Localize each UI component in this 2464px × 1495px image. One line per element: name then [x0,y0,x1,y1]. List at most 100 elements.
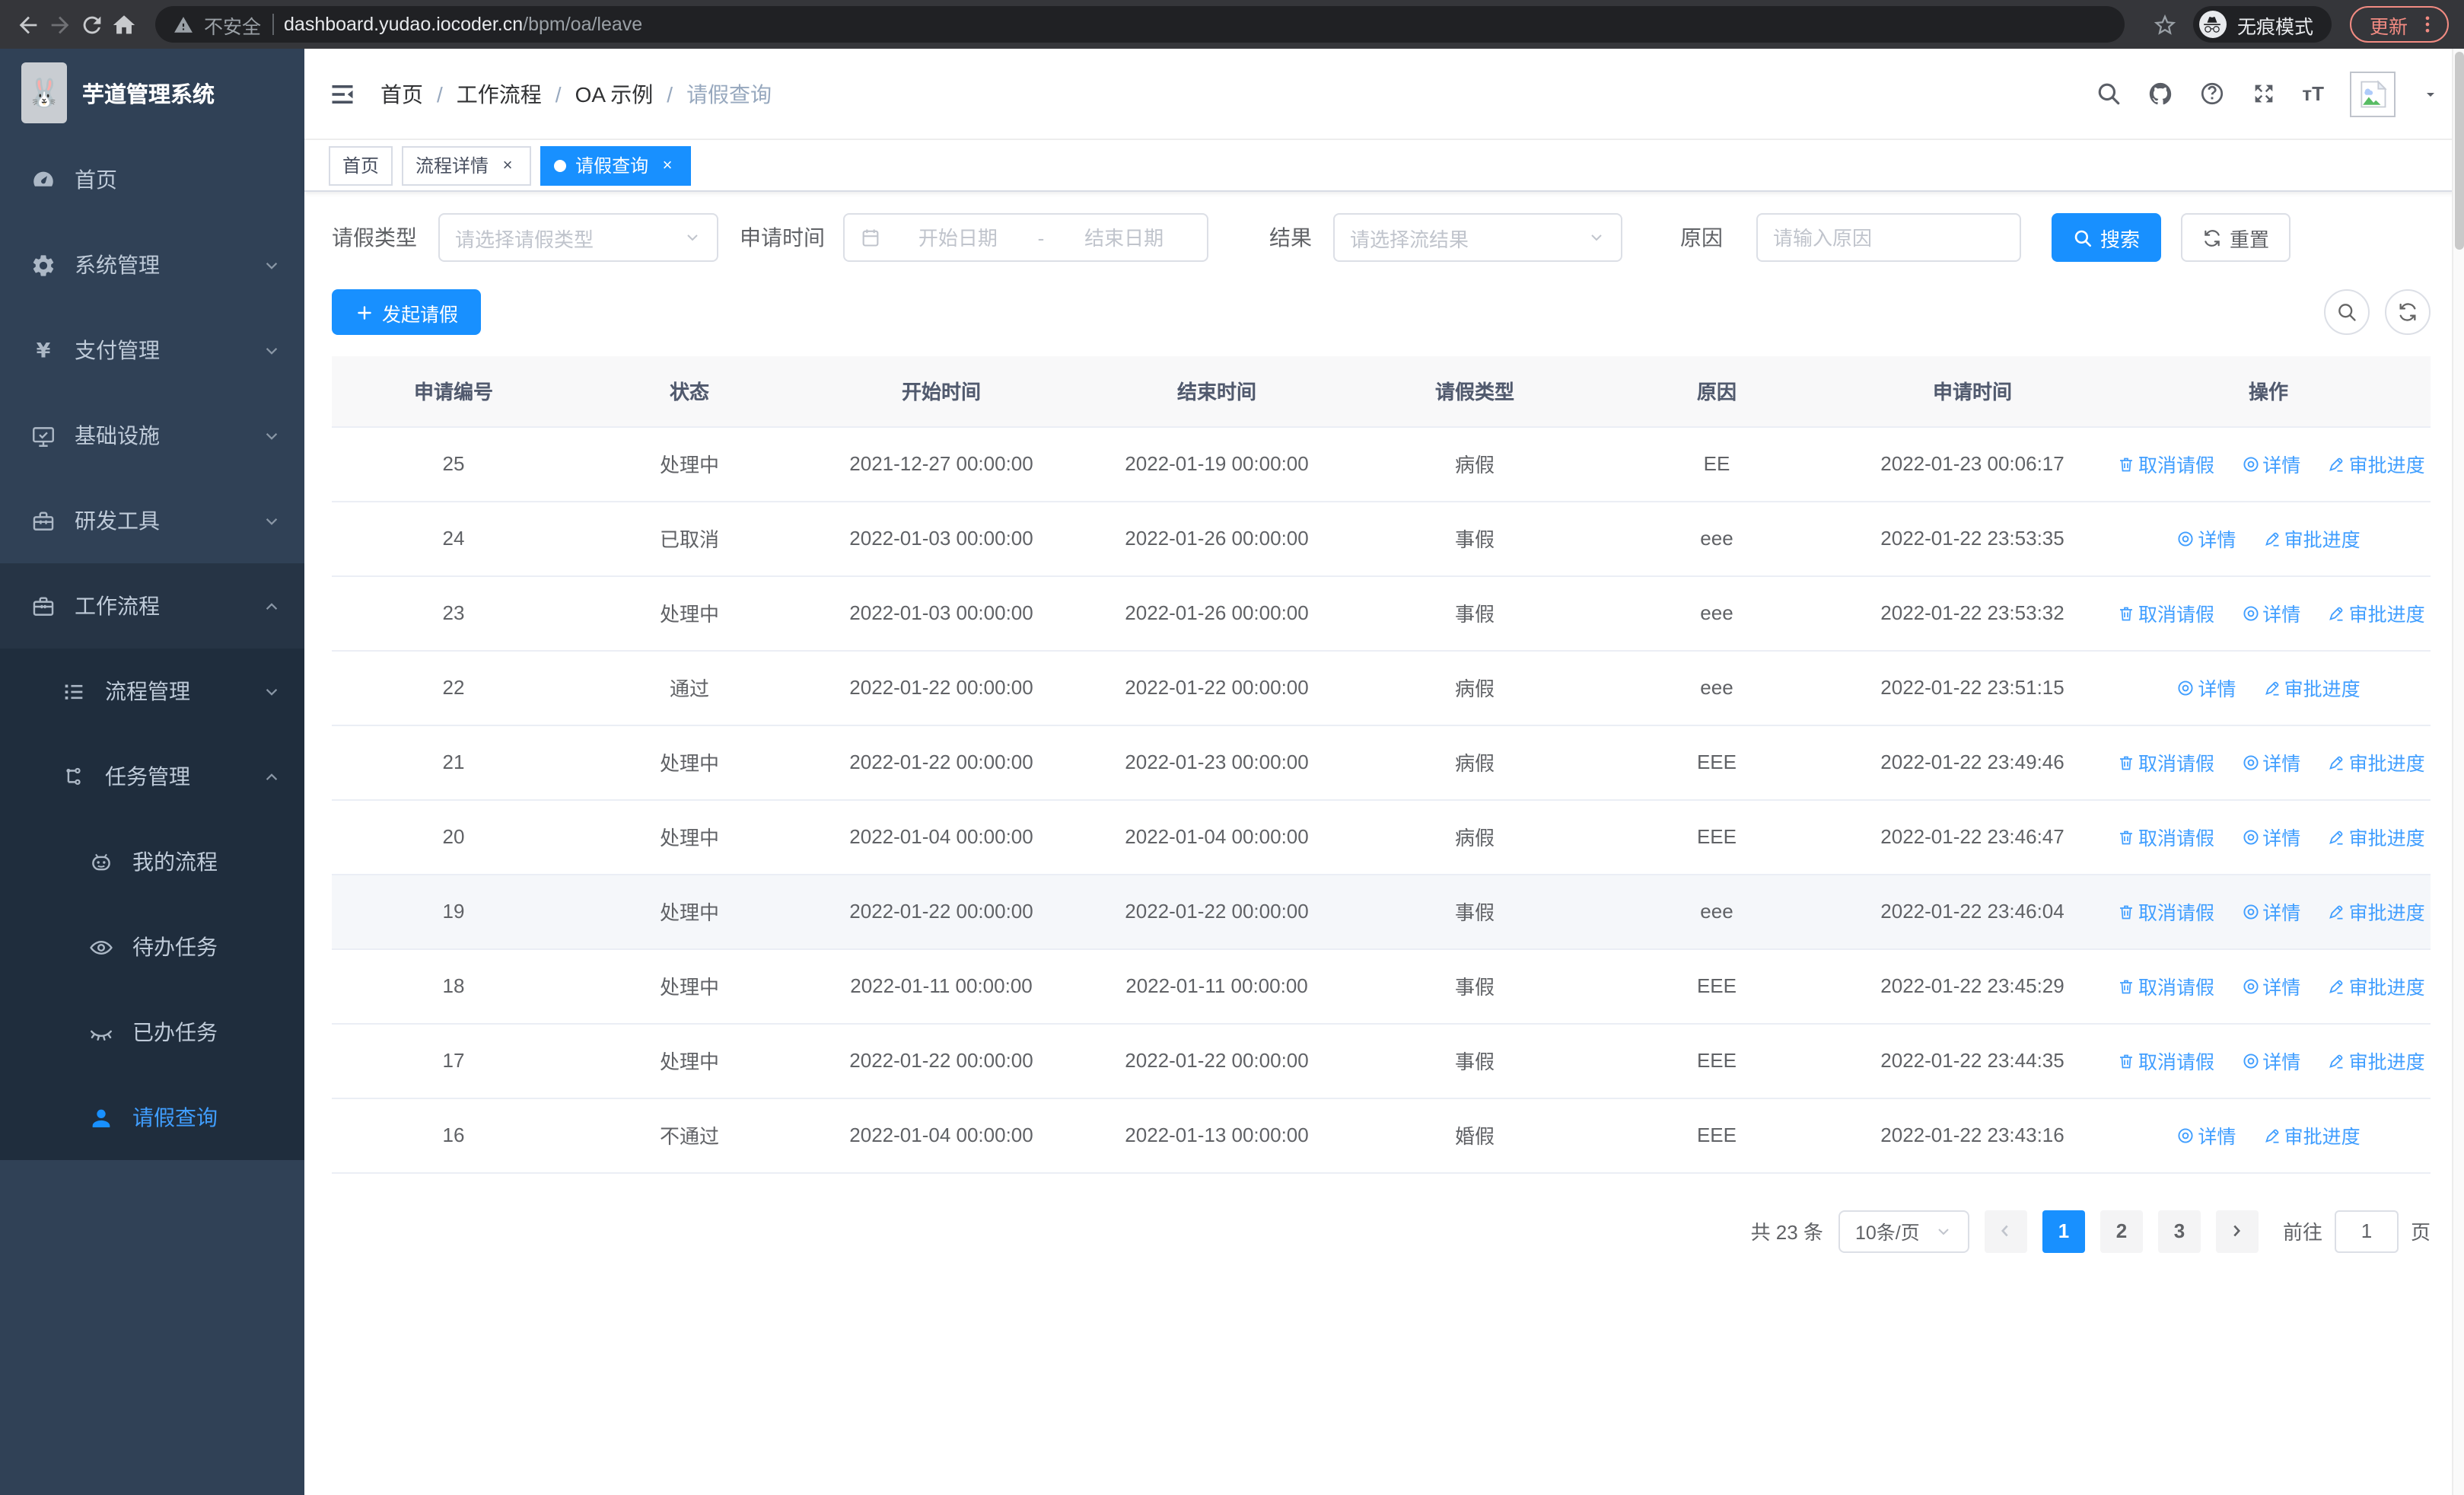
sidebar-item-待办任务[interactable]: 待办任务 [0,904,304,990]
detail-link[interactable]: 详情 [2176,524,2236,553]
close-icon[interactable]: × [657,155,677,175]
table-row[interactable]: 24 已取消 2022-01-03 00:00:00 2022-01-26 00… [332,501,2431,576]
sidebar-item-请假查询[interactable]: 请假查询 [0,1075,304,1160]
approval-progress-link[interactable]: 审批进度 [2328,971,2425,1000]
cancel-leave-link[interactable]: 取消请假 [2117,822,2214,851]
sidebar-item-研发工具[interactable]: 研发工具 [0,478,304,563]
tab-首页[interactable]: 首页 [329,145,393,185]
next-page-button[interactable] [2215,1210,2259,1252]
table-row[interactable]: 23 处理中 2022-01-03 00:00:00 2022-01-26 00… [332,575,2431,651]
fullscreen-icon[interactable] [2250,81,2276,107]
approval-progress-link[interactable]: 审批进度 [2328,822,2425,851]
sidebar-item-任务管理[interactable]: 任务管理 [0,734,304,819]
table-row[interactable]: 16 不通过 2022-01-04 00:00:00 2022-01-13 00… [332,1098,2431,1173]
sidebar-item-我的流程[interactable]: 我的流程 [0,819,304,904]
help-icon[interactable] [2198,81,2224,107]
search-icon[interactable] [2095,81,2121,107]
cancel-leave-link[interactable]: 取消请假 [2117,1046,2214,1075]
detail-link[interactable]: 详情 [2241,822,2300,851]
chevron-down-icon[interactable] [2421,84,2440,103]
prev-page-button[interactable] [1984,1210,2027,1252]
font-size-icon[interactable]: ᴛT [2302,82,2324,105]
approval-progress-link[interactable]: 审批进度 [2328,897,2425,926]
toggle-search-button[interactable] [2324,289,2370,335]
bookmark-star-icon[interactable] [2152,11,2178,37]
breadcrumb-item[interactable]: 工作流程 [457,78,542,109]
detail-link[interactable]: 详情 [2241,598,2300,627]
table-row[interactable]: 19 处理中 2022-01-22 00:00:00 2022-01-22 00… [332,874,2431,949]
search-button[interactable]: 搜索 [2052,213,2161,262]
table-row[interactable]: 17 处理中 2022-01-22 00:00:00 2022-01-22 00… [332,1023,2431,1098]
detail-label: 详情 [2262,455,2301,477]
detail-link[interactable]: 详情 [2241,748,2300,776]
home-icon[interactable] [111,11,137,37]
close-icon[interactable]: × [498,155,517,175]
detail-link[interactable]: 详情 [2241,1046,2300,1075]
approval-progress-link[interactable]: 审批进度 [2328,1046,2425,1075]
approval-progress-link[interactable]: 审批进度 [2263,524,2361,553]
start-date-input[interactable] [890,226,1026,249]
breadcrumb-item[interactable]: OA 示例 [575,78,654,109]
approval-progress-link[interactable]: 审批进度 [2328,598,2425,627]
detail-link[interactable]: 详情 [2241,449,2300,478]
detail-link[interactable]: 详情 [2176,673,2236,702]
approval-progress-label: 审批进度 [2348,604,2425,626]
cancel-leave-link[interactable]: 取消请假 [2117,748,2214,776]
apply-time-range[interactable]: - [843,213,1208,262]
cell-actions: 取消请假 详情 审批进度 [2106,948,2431,1024]
app-logo[interactable]: 🐰 芋道管理系统 [0,49,304,137]
avatar[interactable] [2350,71,2396,116]
sidebar-item-首页[interactable]: 首页 [0,137,304,222]
scrollbar-thumb[interactable] [2455,52,2464,250]
browser-menu-icon[interactable] [2417,14,2438,35]
back-icon[interactable] [15,11,41,37]
breadcrumb-item[interactable]: 首页 [380,78,423,109]
sidebar-collapse-icon[interactable] [329,80,356,107]
cancel-leave-link[interactable]: 取消请假 [2117,598,2214,627]
result-select[interactable]: 请选择流结果 [1333,213,1622,262]
table-row[interactable]: 25 处理中 2021-12-27 00:00:00 2022-01-19 00… [332,426,2431,502]
sidebar-item-已办任务[interactable]: 已办任务 [0,990,304,1075]
approval-progress-link[interactable]: 审批进度 [2263,673,2361,702]
sidebar-item-流程管理[interactable]: 流程管理 [0,649,304,734]
github-icon[interactable] [2147,81,2173,107]
sidebar-item-基础设施[interactable]: 基础设施 [0,393,304,478]
sidebar-item-支付管理[interactable]: ¥ 支付管理 [0,308,304,393]
tab-请假查询[interactable]: 请假查询 × [540,145,692,185]
sidebar-item-工作流程[interactable]: 工作流程 [0,563,304,649]
update-button[interactable]: 更新 [2349,6,2449,43]
reason-input[interactable] [1773,226,2004,249]
goto-page-input[interactable] [2334,1210,2399,1252]
detail-link[interactable]: 详情 [2176,1120,2236,1149]
cancel-leave-link[interactable]: 取消请假 [2117,897,2214,926]
refresh-table-button[interactable] [2385,289,2431,335]
forward-icon[interactable] [47,11,73,37]
approval-progress-link[interactable]: 审批进度 [2263,1120,2361,1149]
table-row[interactable]: 20 处理中 2022-01-04 00:00:00 2022-01-04 00… [332,799,2431,875]
page-button-2[interactable]: 2 [2099,1210,2143,1252]
create-leave-button[interactable]: 发起请假 [332,289,482,335]
leave-type-select[interactable]: 请选择请假类型 [438,213,718,262]
approval-progress-link[interactable]: 审批进度 [2328,449,2425,478]
approval-progress-link[interactable]: 审批进度 [2328,748,2425,776]
svg-text:¥: ¥ [37,339,51,362]
scrollbar[interactable] [2452,49,2464,1495]
page-button-3[interactable]: 3 [2157,1210,2201,1252]
detail-link[interactable]: 详情 [2241,897,2300,926]
cancel-leave-link[interactable]: 取消请假 [2117,971,2214,1000]
reset-button[interactable]: 重置 [2181,213,2291,262]
detail-link[interactable]: 详情 [2241,971,2300,1000]
tab-流程详情[interactable]: 流程详情 × [402,145,532,185]
reason-field[interactable] [1756,213,2021,262]
url-bar[interactable]: 不安全 dashboard.yudao.iocoder.cn/bpm/oa/le… [155,6,2125,43]
table-row[interactable]: 21 处理中 2022-01-22 00:00:00 2022-01-23 00… [332,725,2431,800]
reload-icon[interactable] [79,11,105,37]
cancel-leave-link[interactable]: 取消请假 [2117,449,2214,478]
page-size-select[interactable]: 10条/页 [1838,1210,1969,1252]
column-header: 申请编号 [332,356,575,427]
table-row[interactable]: 18 处理中 2022-01-11 00:00:00 2022-01-11 00… [332,948,2431,1024]
page-button-1[interactable]: 1 [2042,1210,2085,1252]
end-date-input[interactable] [1056,226,1192,249]
sidebar-item-系统管理[interactable]: 系统管理 [0,222,304,308]
table-row[interactable]: 22 通过 2022-01-22 00:00:00 2022-01-22 00:… [332,650,2431,725]
